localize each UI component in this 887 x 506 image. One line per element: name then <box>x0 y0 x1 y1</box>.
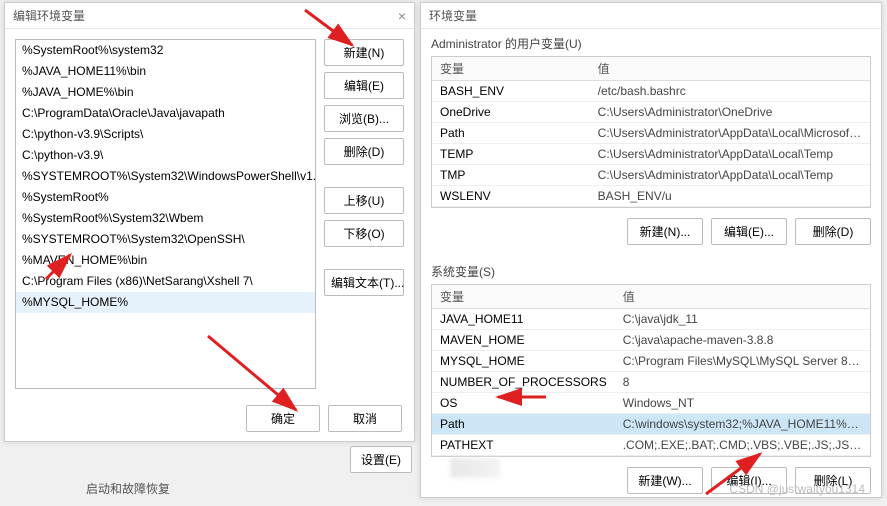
col-header-var[interactable]: 变量 <box>432 285 615 309</box>
startup-recovery-label: 启动和故障恢复 <box>86 480 170 497</box>
ok-button[interactable]: 确定 <box>246 405 320 432</box>
list-item[interactable]: %SYSTEMROOT%\System32\WindowsPowerShell\… <box>16 166 315 187</box>
var-value: C:\Program Files\MySQL\MySQL Server 8.0\… <box>615 351 870 372</box>
edit-text-button[interactable]: 编辑文本(T)... <box>324 269 404 296</box>
list-item[interactable]: C:\python-v3.9\Scripts\ <box>16 124 315 145</box>
var-value: C:\java\jdk_11 <box>615 309 870 330</box>
var-name: Path <box>432 123 590 144</box>
close-icon[interactable]: × <box>398 8 406 24</box>
var-name: MYSQL_HOME <box>432 351 615 372</box>
var-name: OneDrive <box>432 102 590 123</box>
col-header-val[interactable]: 值 <box>615 285 870 309</box>
table-row[interactable]: TMPC:\Users\Administrator\AppData\Local\… <box>432 165 870 186</box>
table-row[interactable]: OSWindows_NT <box>432 393 870 414</box>
settings-button[interactable]: 设置(E) <box>350 446 412 473</box>
dialog-title: 环境变量 <box>429 7 477 24</box>
table-row[interactable]: WSLENVBASH_ENV/u <box>432 186 870 207</box>
env-variables-dialog: 环境变量 Administrator 的用户变量(U) 变量 值 BASH_EN… <box>420 2 882 498</box>
var-name: PATHEXT <box>432 435 615 456</box>
list-item[interactable]: %SystemRoot% <box>16 187 315 208</box>
var-name: OS <box>432 393 615 414</box>
user-delete-button[interactable]: 删除(D) <box>795 218 871 245</box>
var-name: Path <box>432 414 615 435</box>
edit-env-var-dialog: 编辑环境变量 × %SystemRoot%\system32 %JAVA_HOM… <box>4 2 415 442</box>
table-row[interactable]: PathC:\windows\system32;%JAVA_HOME11%\bi… <box>432 414 870 435</box>
dialog-title: 编辑环境变量 <box>13 7 85 24</box>
var-name: NUMBER_OF_PROCESSORS <box>432 372 615 393</box>
new-button[interactable]: 新建(N) <box>324 39 404 66</box>
list-item[interactable]: %MAVEN_HOME%\bin <box>16 250 315 271</box>
delete-button[interactable]: 删除(D) <box>324 138 404 165</box>
var-value: /etc/bash.bashrc <box>590 81 870 102</box>
table-row[interactable]: NUMBER_OF_PROCESSORS8 <box>432 372 870 393</box>
table-row[interactable]: MAVEN_HOMEC:\java\apache-maven-3.8.8 <box>432 330 870 351</box>
move-up-button[interactable]: 上移(U) <box>324 187 404 214</box>
table-row[interactable]: PathC:\Users\Administrator\AppData\Local… <box>432 123 870 144</box>
table-row[interactable]: TEMPC:\Users\Administrator\AppData\Local… <box>432 144 870 165</box>
sys-vars-table[interactable]: 变量 值 JAVA_HOME11C:\java\jdk_11MAVEN_HOME… <box>431 284 871 457</box>
var-value: C:\Users\Administrator\AppData\Local\Mic… <box>590 123 870 144</box>
var-name: TEMP <box>432 144 590 165</box>
watermark: CSDN @justwaityou1314 <box>729 482 865 496</box>
var-value: C:\Users\Administrator\OneDrive <box>590 102 870 123</box>
table-row[interactable]: PATHEXT.COM;.EXE;.BAT;.CMD;.VBS;.VBE;.JS… <box>432 435 870 456</box>
var-value: C:\Users\Administrator\AppData\Local\Tem… <box>590 165 870 186</box>
var-name: WSLENV <box>432 186 590 207</box>
table-row[interactable]: OneDriveC:\Users\Administrator\OneDrive <box>432 102 870 123</box>
user-edit-button[interactable]: 编辑(E)... <box>711 218 787 245</box>
var-name: BASH_ENV <box>432 81 590 102</box>
list-item[interactable]: %SystemRoot%\System32\Wbem <box>16 208 315 229</box>
titlebar: 编辑环境变量 × <box>5 3 414 29</box>
col-header-val[interactable]: 值 <box>590 57 870 81</box>
move-down-button[interactable]: 下移(O) <box>324 220 404 247</box>
edit-button[interactable]: 编辑(E) <box>324 72 404 99</box>
col-header-var[interactable]: 变量 <box>432 57 590 81</box>
var-value: Windows_NT <box>615 393 870 414</box>
sys-new-button[interactable]: 新建(W)... <box>627 467 703 494</box>
sys-vars-label: 系统变量(S) <box>421 257 881 284</box>
cancel-button[interactable]: 取消 <box>328 405 402 432</box>
titlebar: 环境变量 <box>421 3 881 29</box>
list-item[interactable]: C:\ProgramData\Oracle\Java\javapath <box>16 103 315 124</box>
browse-button[interactable]: 浏览(B)... <box>324 105 404 132</box>
list-item[interactable]: %SystemRoot%\system32 <box>16 40 315 61</box>
var-name: JAVA_HOME11 <box>432 309 615 330</box>
blurred-region <box>450 458 500 478</box>
list-item[interactable]: C:\Program Files (x86)\NetSarang\Xshell … <box>16 271 315 292</box>
user-vars-label: Administrator 的用户变量(U) <box>421 29 881 56</box>
list-item[interactable]: %SYSTEMROOT%\System32\OpenSSH\ <box>16 229 315 250</box>
var-name: TMP <box>432 165 590 186</box>
var-value: C:\Users\Administrator\AppData\Local\Tem… <box>590 144 870 165</box>
table-row[interactable]: JAVA_HOME11C:\java\jdk_11 <box>432 309 870 330</box>
side-buttons: 新建(N) 编辑(E) 浏览(B)... 删除(D) 上移(U) 下移(O) 编… <box>324 39 404 389</box>
table-row[interactable]: BASH_ENV/etc/bash.bashrc <box>432 81 870 102</box>
var-value: BASH_ENV/u <box>590 186 870 207</box>
var-value: C:\java\apache-maven-3.8.8 <box>615 330 870 351</box>
var-value: 8 <box>615 372 870 393</box>
path-list[interactable]: %SystemRoot%\system32 %JAVA_HOME11%\bin … <box>15 39 316 389</box>
list-item[interactable]: %JAVA_HOME%\bin <box>16 82 315 103</box>
var-value: .COM;.EXE;.BAT;.CMD;.VBS;.VBE;.JS;.JSE;.… <box>615 435 870 456</box>
table-row[interactable]: MYSQL_HOMEC:\Program Files\MySQL\MySQL S… <box>432 351 870 372</box>
list-item[interactable]: %MYSQL_HOME% <box>16 292 315 313</box>
user-new-button[interactable]: 新建(N)... <box>627 218 703 245</box>
list-item[interactable]: C:\python-v3.9\ <box>16 145 315 166</box>
list-item[interactable]: %JAVA_HOME11%\bin <box>16 61 315 82</box>
var-name: MAVEN_HOME <box>432 330 615 351</box>
user-vars-table[interactable]: 变量 值 BASH_ENV/etc/bash.bashrcOneDriveC:\… <box>431 56 871 208</box>
var-value: C:\windows\system32;%JAVA_HOME11%\bin;%J… <box>615 414 870 435</box>
